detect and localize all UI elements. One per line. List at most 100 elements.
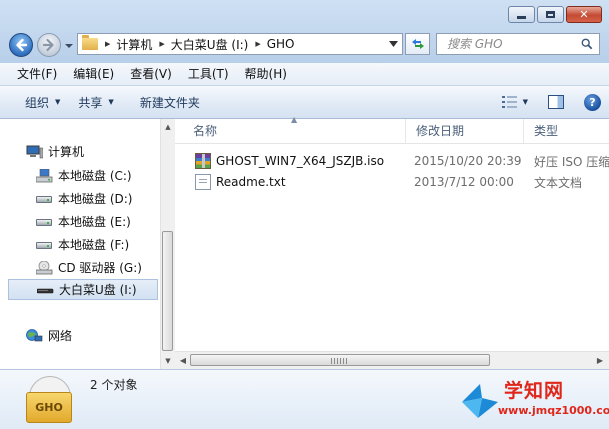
breadcrumb-computer[interactable]: 计算机 <box>116 36 152 53</box>
arrow-right-icon <box>42 38 54 52</box>
tree-item-label: 本地磁盘 (F:) <box>58 238 130 252</box>
tree-item-label: 本地磁盘 (E:) <box>58 215 131 229</box>
help-icon[interactable]: ? <box>584 93 601 111</box>
tree-item-drive-c[interactable]: 本地磁盘 (C:) <box>35 165 156 186</box>
recent-pages-dropdown[interactable] <box>64 41 74 51</box>
tree-item-label: 计算机 <box>48 145 85 159</box>
command-bar: 组织 ▼ 共享 ▼ 新建文件夹 ▼ ? <box>0 86 609 119</box>
organize-button[interactable]: 组织 ▼ <box>16 89 69 115</box>
tree-item-label: 网络 <box>48 329 73 343</box>
gho-folder-label: GHO <box>26 392 72 423</box>
tree-item-drive-e[interactable]: 本地磁盘 (E:) <box>36 211 156 232</box>
file-name: GHOST_WIN7_X64_JSZJB.iso <box>216 154 385 168</box>
scroll-grip-icon <box>331 358 347 364</box>
search-input[interactable] <box>445 36 581 52</box>
tree-item-network[interactable]: 网络 <box>26 325 156 346</box>
search-box[interactable] <box>436 33 600 55</box>
tree-item-label: 本地磁盘 (C:) <box>58 169 132 183</box>
text-file-icon <box>195 174 211 190</box>
preview-pane-icon[interactable] <box>548 95 564 109</box>
minimize-icon <box>517 16 526 19</box>
file-date: 2015/10/20 20:39 <box>414 154 522 168</box>
organize-label: 组织 <box>25 95 50 110</box>
file-type: 好压 ISO 压缩 <box>534 154 609 169</box>
chevron-down-icon <box>388 41 398 47</box>
watermark-logo-icon <box>462 384 498 418</box>
column-date-modified[interactable]: 修改日期 <box>406 119 524 143</box>
tree-item-drive-d[interactable]: 本地磁盘 (D:) <box>36 188 156 209</box>
system-drive-icon <box>35 168 53 183</box>
file-name-cell: GHOST_WIN7_X64_JSZJB.iso <box>195 153 384 169</box>
view-options-icon[interactable] <box>501 96 517 108</box>
scroll-thumb[interactable] <box>190 354 490 366</box>
navigation-bar: ▶ 计算机 ▶ 大白菜U盘 (I:) ▶ GHO <box>0 30 609 60</box>
scroll-up-icon[interactable]: ▲ <box>161 120 175 134</box>
share-label: 共享 <box>78 95 103 110</box>
site-watermark: 学知网 www.jmqz1000.com <box>454 374 609 429</box>
drive-icon <box>36 192 53 206</box>
breadcrumb-usb-drive[interactable]: 大白菜U盘 (I:) <box>171 36 249 53</box>
network-icon <box>26 328 43 341</box>
share-button[interactable]: 共享 ▼ <box>69 89 122 115</box>
minimize-button[interactable] <box>508 6 535 23</box>
usb-drive-icon <box>36 283 54 297</box>
forward-button[interactable] <box>37 33 61 57</box>
scroll-right-icon[interactable]: ▶ <box>593 353 607 367</box>
maximize-button[interactable] <box>537 6 564 23</box>
file-list: ▲ 名称 修改日期 类型 GHOST_WIN7_X64_JSZJB.iso 20… <box>175 115 609 369</box>
file-row-iso[interactable]: GHOST_WIN7_X64_JSZJB.iso 2015/10/20 20:3… <box>175 151 609 171</box>
navigation-pane-scrollbar[interactable]: ▲ ▼ <box>160 119 175 369</box>
breadcrumb-separator-icon[interactable]: ▶ <box>159 40 164 48</box>
breadcrumb-separator-icon[interactable]: ▶ <box>105 40 110 48</box>
file-name: Readme.txt <box>216 175 286 189</box>
column-name[interactable]: 名称 <box>183 119 406 143</box>
folder-icon <box>82 35 98 50</box>
view-dropdown-icon[interactable]: ▼ <box>523 98 528 106</box>
scroll-thumb[interactable] <box>162 231 173 351</box>
menu-edit[interactable]: 编辑(E) <box>65 63 122 85</box>
navigation-pane: 计算机 本地磁盘 (C:) 本地磁盘 (D:) 本地磁盘 (E:) 本地磁盘 (… <box>0 119 161 369</box>
search-icon[interactable] <box>581 37 593 51</box>
arrow-left-icon <box>16 38 28 52</box>
tree-item-cd-drive[interactable]: CD 驱动器 (G:) <box>35 257 156 278</box>
new-folder-button[interactable]: 新建文件夹 <box>131 89 209 115</box>
drive-icon <box>36 238 53 252</box>
watermark-url: www.jmqz1000.com <box>498 404 609 417</box>
address-history-dropdown[interactable] <box>384 34 402 54</box>
file-date: 2013/7/12 00:00 <box>414 175 514 189</box>
menu-tools[interactable]: 工具(T) <box>180 63 237 85</box>
column-type[interactable]: 类型 <box>524 119 609 143</box>
scroll-down-icon[interactable]: ▼ <box>161 354 175 368</box>
gho-folder-icon: GHO <box>26 376 72 424</box>
menu-file[interactable]: 文件(F) <box>0 63 65 85</box>
tree-item-label: 大白菜U盘 (I:) <box>59 283 137 297</box>
menu-help[interactable]: 帮助(H) <box>237 63 295 85</box>
address-bar[interactable]: ▶ 计算机 ▶ 大白菜U盘 (I:) ▶ GHO <box>77 33 403 55</box>
refresh-button[interactable] <box>405 33 430 55</box>
tree-item-drive-f[interactable]: 本地磁盘 (F:) <box>36 234 156 255</box>
caption-buttons: ✕ <box>506 6 602 23</box>
breadcrumb-gho[interactable]: GHO <box>267 37 295 51</box>
tree-item-usb-drive[interactable]: 大白菜U盘 (I:) <box>8 279 158 300</box>
breadcrumb-separator-icon[interactable]: ▶ <box>255 40 260 48</box>
back-button[interactable] <box>9 33 33 57</box>
close-button[interactable]: ✕ <box>566 6 602 23</box>
new-folder-label: 新建文件夹 <box>139 95 200 110</box>
file-list-horizontal-scrollbar[interactable]: ◀ ▶ <box>175 351 609 369</box>
tree-item-computer[interactable]: 计算机 <box>26 141 156 162</box>
chevron-down-icon: ▼ <box>108 98 114 106</box>
item-count: 2 个对象 <box>90 378 138 392</box>
watermark-title: 学知网 <box>504 380 565 402</box>
refresh-icon <box>411 39 424 49</box>
tree-item-label: CD 驱动器 (G:) <box>58 261 142 275</box>
explorer-window: ✕ ▶ 计算机 ▶ 大白菜U盘 (I:) ▶ GHO 搜索 GHO 文件(F) … <box>0 0 609 429</box>
menu-bar: 文件(F) 编辑(E) 查看(V) 工具(T) 帮助(H) <box>0 63 609 86</box>
file-name-cell: Readme.txt <box>195 174 286 190</box>
scroll-left-icon[interactable]: ◀ <box>176 353 190 367</box>
computer-icon <box>26 145 43 158</box>
file-row-readme[interactable]: Readme.txt 2013/7/12 00:00 文本文档 <box>175 172 609 192</box>
file-type: 文本文档 <box>534 175 583 190</box>
cd-drive-icon <box>35 260 53 275</box>
tree-item-label: 本地磁盘 (D:) <box>58 192 133 206</box>
menu-view[interactable]: 查看(V) <box>122 63 180 85</box>
